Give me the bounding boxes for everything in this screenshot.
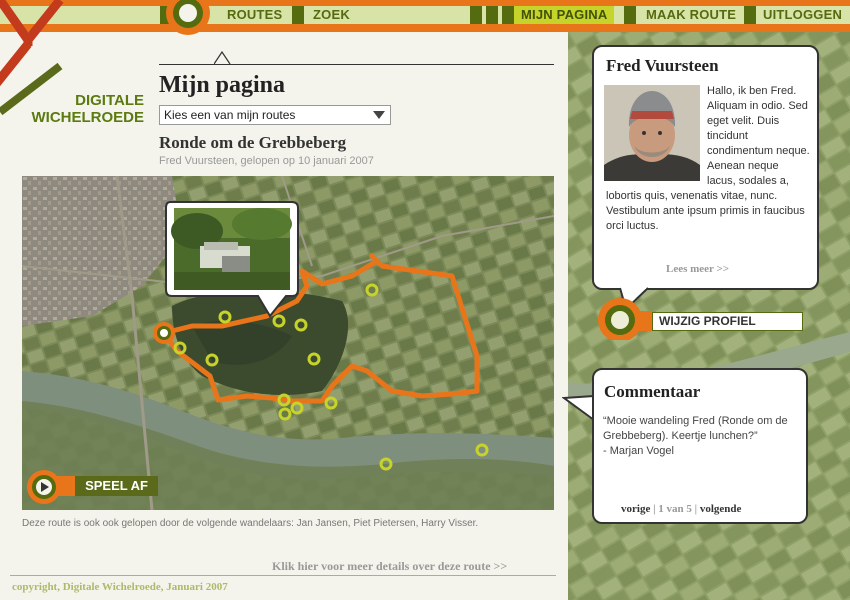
nav-divider <box>502 6 514 24</box>
route-meta: Fred Vuursteen, gelopen op 10 januari 20… <box>159 155 374 167</box>
nav-mijn-pagina[interactable]: MIJN PAGINA <box>514 6 614 24</box>
comment-tail-icon <box>562 395 595 421</box>
profile-bio-wrap: Hallo, ik ben Fred. Aliquam in odio. Sed… <box>606 84 810 234</box>
route-select-value: Kies een van mijn routes <box>164 108 296 122</box>
comment-text: “Mooie wandeling Fred (Ronde om de Grebb… <box>603 415 788 442</box>
details-link[interactable]: Klik hier voor meer details over deze ro… <box>272 559 507 574</box>
pager-next[interactable]: volgende <box>700 503 742 515</box>
logo-line-1: DIGITALE <box>75 92 144 109</box>
footer-rule <box>10 575 556 576</box>
logo-text[interactable]: DIGITALE WICHELROEDE <box>18 92 145 126</box>
dropdown-arrow-icon[interactable] <box>373 111 385 119</box>
rule-notch-icon <box>214 51 231 65</box>
copyright: copyright, Digitale Wichelroede, Januari… <box>12 581 228 593</box>
nav-routes[interactable]: ROUTES <box>227 6 282 24</box>
logo-line-2: WICHELROEDE <box>31 109 145 126</box>
route-map[interactable] <box>22 176 554 510</box>
nav-maak-route[interactable]: MAAK ROUTE <box>646 6 736 24</box>
nav-divider <box>744 6 756 24</box>
nav-divider <box>292 6 304 24</box>
nav-uitloggen[interactable]: UITLOGGEN <box>763 6 842 24</box>
route-select[interactable]: Kies een van mijn routes <box>159 105 391 125</box>
comment-pager: vorige | 1 van 5 | volgende <box>621 503 742 515</box>
read-more-link[interactable]: Lees meer >> <box>666 263 729 275</box>
comment-author: - Marjan Vogel <box>603 445 674 457</box>
comment-body: “Mooie wandeling Fred (Ronde om de Grebb… <box>603 414 803 459</box>
nav-divider <box>486 6 498 24</box>
edit-profile-station-icon[interactable] <box>586 292 656 340</box>
route-photo[interactable] <box>171 208 292 290</box>
nav-divider <box>624 6 636 24</box>
profile-name: Fred Vuursteen <box>606 56 719 75</box>
edit-profile-button[interactable]: WIJZIG PROFIEL <box>652 312 803 331</box>
play-button[interactable]: SPEEL AF <box>75 476 158 496</box>
comment-title: Commentaar <box>604 382 701 401</box>
route-title: Ronde om de Grebbeberg <box>159 133 347 152</box>
aerial-map-image <box>22 176 554 510</box>
pager-position: 1 van 5 <box>658 503 692 515</box>
pager-prev[interactable]: vorige <box>621 503 650 515</box>
nav-zoek[interactable]: ZOEK <box>313 6 350 24</box>
page-title: Mijn pagina <box>159 72 286 98</box>
walkers-text: Deze route is ook ook gelopen door de vo… <box>22 518 479 529</box>
nav-divider <box>470 6 482 24</box>
